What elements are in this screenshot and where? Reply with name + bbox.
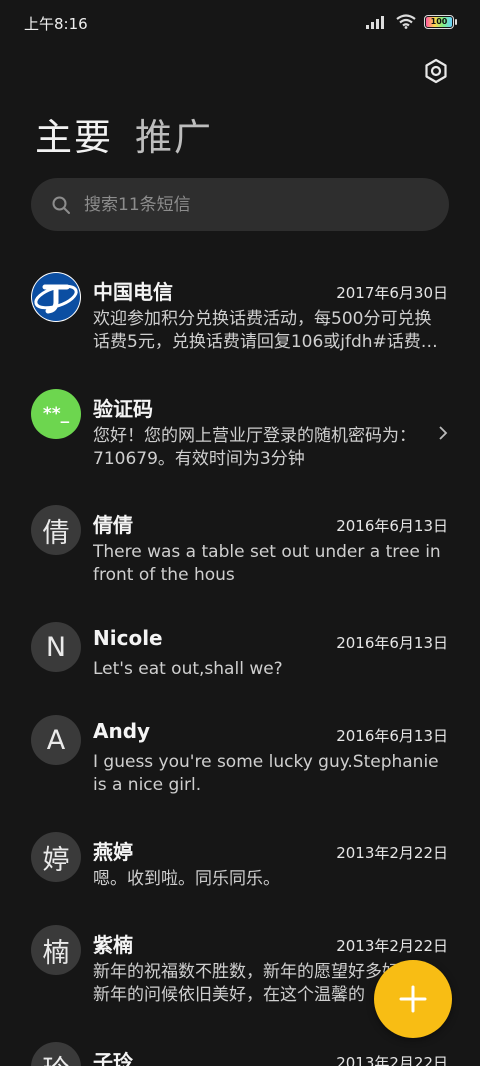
tab-promotion[interactable]: 推广	[135, 113, 213, 163]
message-preview: Let's eat out,shall we?	[93, 658, 445, 681]
sender-name: 中国电信	[93, 280, 173, 304]
tab-main[interactable]: 主要	[35, 113, 113, 163]
preview-line: front of the hous	[93, 565, 235, 585]
avatar: **_	[31, 389, 81, 439]
sender-name: 倩倩	[93, 513, 133, 537]
sender-name: 子玲	[93, 1050, 133, 1066]
avatar: N	[31, 622, 81, 672]
settings-hex-icon	[425, 58, 447, 84]
preview-line: There was a table set out under a tree i…	[93, 542, 441, 562]
search-icon	[52, 196, 70, 214]
message-date: 2013年2月22日	[336, 1054, 448, 1066]
wifi-icon	[396, 14, 416, 29]
message-date: 2013年2月22日	[336, 937, 448, 955]
settings-button[interactable]	[422, 57, 450, 85]
category-tabs: 主要 推广	[35, 113, 213, 163]
avatar: 玲	[31, 1042, 81, 1066]
message-date: 2017年6月30日	[336, 284, 448, 302]
sender-name: Andy	[93, 719, 151, 743]
sender-name: Nicole	[93, 626, 163, 650]
search-bar[interactable]	[31, 178, 449, 231]
preview-line: 嗯。收到啦。同乐同乐。	[93, 869, 280, 889]
status-time: 上午8:16	[24, 15, 88, 33]
avatar: 倩	[31, 505, 81, 555]
avatar	[31, 272, 81, 322]
preview-line: Let's eat out,shall we?	[93, 659, 283, 679]
sender-name: 验证码	[93, 397, 153, 421]
message-preview: 欢迎参加积分兑换话费活动，每500分可兑换 话费5元，兑换话费请回复106或jf…	[93, 308, 445, 354]
new-message-button[interactable]	[374, 960, 452, 1038]
preview-line: I guess you're some lucky guy.Stephanie	[93, 752, 439, 772]
message-preview: 嗯。收到啦。同乐同乐。	[93, 868, 445, 891]
china-telecom-logo-icon	[32, 273, 80, 321]
avatar: 婷	[31, 832, 81, 882]
preview-line: 话费5元，兑换话费请回复106或jfdh#话费…	[93, 332, 438, 352]
message-preview: There was a table set out under a tree i…	[93, 541, 445, 587]
avatar: A	[31, 715, 81, 765]
message-date: 2013年2月22日	[336, 844, 448, 862]
sender-name: 燕婷	[93, 840, 133, 864]
preview-line: 欢迎参加积分兑换话费活动，每500分可兑换	[93, 309, 432, 329]
status-bar: 上午8:16 100	[0, 0, 480, 46]
message-date: 2016年6月13日	[336, 727, 448, 745]
preview-line: is a nice girl.	[93, 775, 202, 795]
sender-name: 紫楠	[93, 933, 133, 957]
status-icons: 100	[366, 14, 457, 29]
message-preview: 您好！您的网上营业厅登录的随机密码为： 710679。有效时间为3分钟	[93, 425, 433, 471]
battery-icon: 100	[424, 14, 457, 29]
plus-icon	[399, 985, 427, 1013]
message-preview: I guess you're some lucky guy.Stephanie …	[93, 751, 445, 797]
preview-line: 您好！您的网上营业厅登录的随机密码为：	[93, 426, 416, 446]
search-input[interactable]	[84, 194, 384, 215]
chevron-right-icon[interactable]	[436, 426, 450, 440]
message-date: 2016年6月13日	[336, 517, 448, 535]
signal-icon	[366, 15, 384, 29]
battery-text: 100	[430, 17, 448, 26]
avatar: 楠	[31, 925, 81, 975]
message-date: 2016年6月13日	[336, 634, 448, 652]
preview-line: 710679。有效时间为3分钟	[93, 449, 305, 469]
